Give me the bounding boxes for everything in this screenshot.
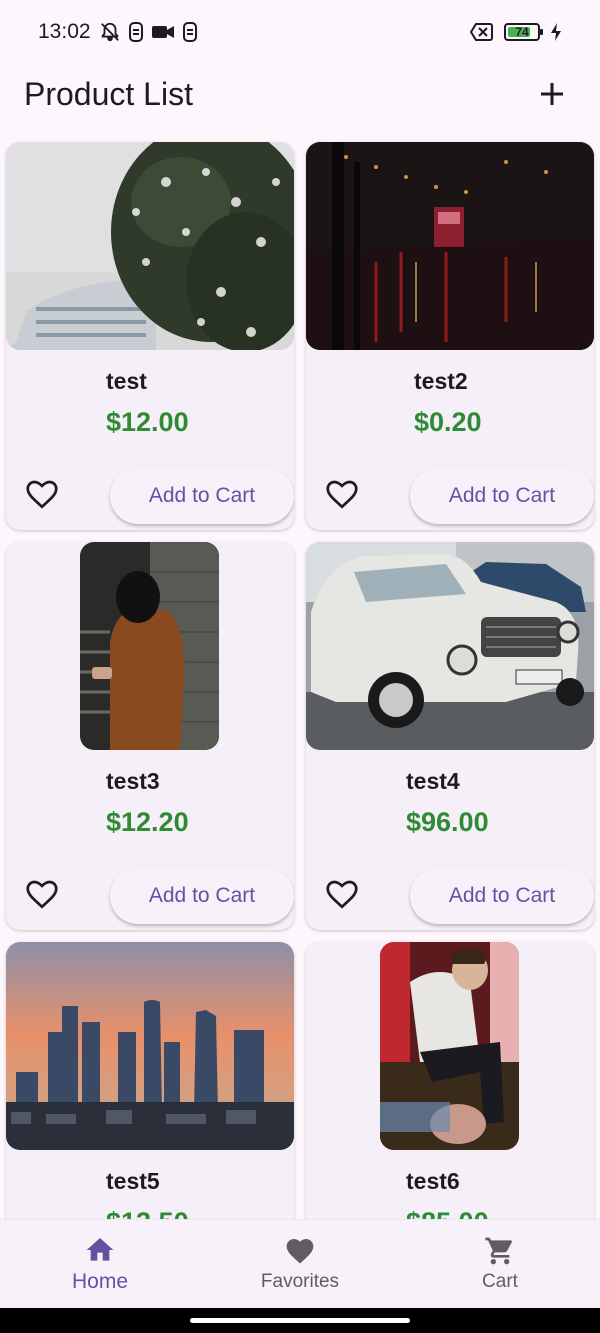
product-image-container <box>306 542 594 750</box>
product-name: test6 <box>406 1168 460 1194</box>
product-price: $12.00 <box>106 407 189 437</box>
product-image <box>306 542 594 750</box>
product-name: test <box>106 368 147 394</box>
battery-icon: 74 <box>504 23 543 41</box>
favorite-button[interactable] <box>24 876 60 912</box>
product-card[interactable]: test2 $0.20 Add to Cart <box>306 142 594 530</box>
product-price: $12.20 <box>106 807 189 837</box>
product-image <box>6 942 294 1150</box>
heart-outline-icon <box>326 880 358 909</box>
notifications-off-icon <box>100 22 119 42</box>
product-image-container <box>6 942 294 1150</box>
plus-icon <box>541 83 563 105</box>
battery-level: 74 <box>515 25 529 39</box>
shopping-cart-icon <box>485 1237 513 1265</box>
nav-item-favorites[interactable]: Favorites <box>200 1220 400 1308</box>
product-image-container <box>6 142 294 350</box>
home-icon <box>86 1238 114 1261</box>
gesture-area <box>0 1308 600 1333</box>
favorite-button[interactable] <box>324 876 360 912</box>
heart-outline-icon <box>326 480 358 509</box>
heart-outline-icon <box>26 480 58 509</box>
status-time: 13:02 <box>38 20 91 43</box>
product-card[interactable]: test4 $96.00 Add to Cart <box>306 542 594 930</box>
product-name: test2 <box>414 368 468 394</box>
add-to-cart-button[interactable]: Add to Cart <box>110 468 294 524</box>
no-sim-icon <box>470 23 493 41</box>
product-image <box>80 542 219 750</box>
nav-item-cart[interactable]: Cart <box>400 1220 600 1308</box>
status-left: 13:02 <box>38 20 199 44</box>
product-image-container <box>306 142 594 350</box>
app-bar: Product List <box>0 64 600 124</box>
add-product-button[interactable] <box>528 70 576 118</box>
page-title: Product List <box>24 75 193 112</box>
product-image <box>306 142 594 350</box>
add-to-cart-button[interactable]: Add to Cart <box>110 868 294 924</box>
heart-outline-icon <box>26 880 58 909</box>
status-right: 74 <box>470 22 562 42</box>
product-grid: test $12.00 Add to Cart test2 $0.20 Add … <box>6 142 594 1330</box>
product-image-container <box>6 542 294 750</box>
add-to-cart-button[interactable]: Add to Cart <box>410 868 594 924</box>
product-name: test3 <box>106 768 160 794</box>
product-price: $0.20 <box>414 407 482 437</box>
product-image-container <box>306 942 594 1150</box>
gesture-handle[interactable] <box>190 1318 410 1323</box>
bottom-navigation: Home Favorites Cart <box>0 1219 600 1308</box>
charging-icon <box>551 23 561 41</box>
product-image <box>380 942 519 1150</box>
status-icons <box>99 21 199 43</box>
product-price: $96.00 <box>406 807 489 837</box>
nav-item-home[interactable]: Home <box>0 1220 200 1308</box>
product-card[interactable]: test $12.00 Add to Cart <box>6 142 294 530</box>
add-to-cart-button[interactable]: Add to Cart <box>410 468 594 524</box>
favorite-button[interactable] <box>324 476 360 512</box>
video-camera-icon <box>151 26 174 38</box>
heart-icon <box>286 1239 314 1264</box>
product-card[interactable]: test3 $12.20 Add to Cart <box>6 542 294 930</box>
sim-icon <box>128 22 143 42</box>
product-image <box>6 142 294 350</box>
nav-label-cart: Cart <box>482 1271 518 1292</box>
sim-icon <box>182 22 197 42</box>
nav-label-favorites: Favorites <box>260 1271 340 1292</box>
favorite-button[interactable] <box>24 476 60 512</box>
nav-label-home: Home <box>71 1270 129 1293</box>
product-name: test5 <box>106 1168 160 1194</box>
product-name: test4 <box>406 768 460 794</box>
status-bar: 13:02 74 <box>0 0 600 64</box>
